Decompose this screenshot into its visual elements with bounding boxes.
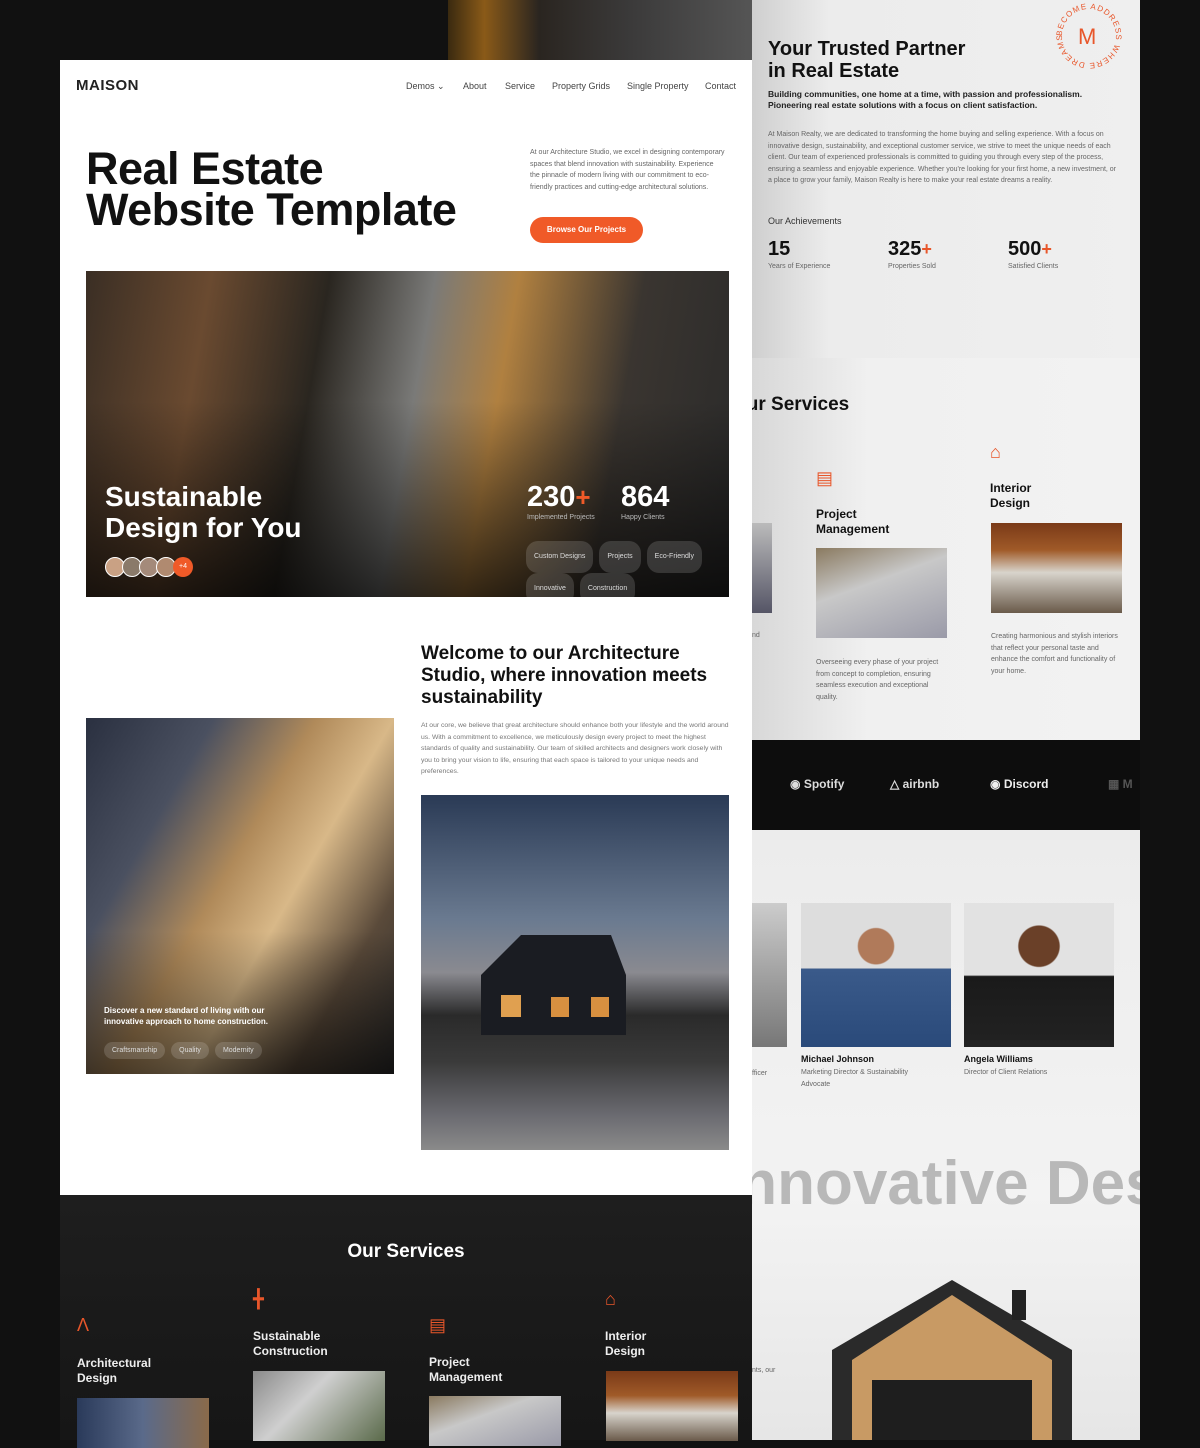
clipboard-icon: ▤ bbox=[429, 1315, 447, 1335]
spotify-logo: ◉ Spotify bbox=[790, 777, 845, 791]
tag: Quality bbox=[171, 1042, 209, 1059]
service-title: Interior Design bbox=[605, 1329, 647, 1358]
architect-image: Discover a new standard of living with o… bbox=[86, 718, 394, 1074]
nav-about[interactable]: About bbox=[463, 81, 487, 91]
interior-design-icon: ⌂ bbox=[605, 1289, 616, 1309]
banner-title: Sustainable Design for You bbox=[105, 481, 302, 543]
crane-icon: ╋ bbox=[253, 1289, 264, 1309]
seal-logo: BECOME ADDRESS WHERE DREAMS M bbox=[1055, 2, 1122, 70]
services-dark-section: Our Services Λ Architectural Design ╋ Su… bbox=[60, 1195, 752, 1448]
top-strip-image bbox=[448, 0, 752, 60]
nav-contact[interactable]: Contact bbox=[705, 81, 736, 91]
avatar-more: +4 bbox=[173, 557, 193, 577]
service-title: Project Management bbox=[816, 507, 890, 536]
partial-text: nd bbox=[752, 632, 760, 639]
nav-service[interactable]: Service bbox=[505, 81, 535, 91]
cabin-image bbox=[832, 1280, 1072, 1440]
about-title: Your Trusted Partner bbox=[768, 38, 966, 60]
image-tags: Craftsmanship Quality Modernity bbox=[104, 1039, 268, 1059]
about-subtitle: Building communities, one home at a time… bbox=[768, 89, 1083, 110]
main-page: MAISON Demos ⌄ About Service Property Gr… bbox=[60, 60, 752, 1195]
tag: Modernity bbox=[214, 1042, 262, 1059]
nav-property-grids[interactable]: Property Grids bbox=[552, 81, 610, 91]
discord-logo: ◉ Discord bbox=[990, 777, 1049, 791]
nav-demos[interactable]: Demos ⌄ bbox=[406, 81, 445, 92]
service-image bbox=[77, 1398, 209, 1448]
service-image bbox=[429, 1396, 561, 1446]
tag: Innovative bbox=[526, 573, 574, 597]
stat: 500+ Satisfied Clients bbox=[1008, 238, 1059, 270]
hero-title: Real Estate Website Template bbox=[86, 143, 457, 235]
member-name: Michael Johnson bbox=[801, 1054, 875, 1064]
tag: Projects bbox=[599, 541, 641, 573]
achievements: 15 Years of Experience 325+ Properties Sol… bbox=[768, 238, 1128, 273]
about-title-2: in Real Estate bbox=[768, 60, 900, 82]
tag: Eco-Friendly bbox=[646, 541, 702, 573]
welcome-title: Welcome to our Architecture Studio, wher… bbox=[421, 643, 708, 708]
partial-text: nts, our bbox=[752, 1367, 776, 1374]
avatar-group: +4 bbox=[105, 557, 193, 577]
brand-logo[interactable]: MAISON bbox=[76, 77, 139, 94]
service-desc: Overseeing every phase of your project f… bbox=[816, 659, 939, 701]
stat-projects: 230+ Implemented Projects bbox=[527, 481, 595, 521]
achievements-label: Our Achievements bbox=[768, 216, 842, 226]
cabin-shape bbox=[481, 935, 626, 1035]
partner-logos: ◉ Spotify △ airbnb ◉ Discord ▦ M bbox=[752, 740, 1140, 830]
marquee-text: Innovative Design bbox=[752, 1149, 1140, 1218]
cabin-landscape-image bbox=[421, 795, 729, 1150]
welcome-body: At our core, we believe that great archi… bbox=[421, 722, 729, 775]
banner-tags: Custom Designs Projects Eco-Friendly Innova… bbox=[526, 541, 726, 597]
right-preview: Your Trusted Partner in Real Estate BECO… bbox=[752, 0, 1140, 1440]
member-role: Marketing Director & Sustainability Advo… bbox=[801, 1069, 908, 1088]
stat-clients: 864 Happy Clients bbox=[621, 481, 670, 521]
member-role: Director of Client Relations bbox=[964, 1069, 1048, 1076]
service-image bbox=[752, 523, 772, 613]
nav-single-property[interactable]: Single Property bbox=[627, 81, 689, 91]
airbnb-logo: △ airbnb bbox=[890, 777, 940, 791]
services-title: Our Services bbox=[347, 1241, 465, 1262]
team-photo-angela bbox=[964, 903, 1114, 1047]
partial-role: fficer bbox=[752, 1070, 768, 1077]
team-section: fficer Michael Johnson Marketing Directo… bbox=[752, 830, 1140, 1440]
service-image bbox=[253, 1371, 385, 1441]
project-management-image bbox=[816, 548, 947, 638]
interior-design-image bbox=[991, 523, 1122, 613]
service-title: Project Management bbox=[429, 1355, 503, 1384]
about-body: At Maison Realty, we are dedicated to tr… bbox=[768, 131, 1117, 184]
tag: Custom Designs bbox=[526, 541, 594, 573]
services-light-section: Our Services nd ▤ Project Management Ove… bbox=[752, 358, 1140, 740]
stat: 325+ Properties Sold bbox=[888, 238, 936, 270]
stat: 15 Years of Experience bbox=[768, 238, 831, 270]
tag: Craftsmanship bbox=[104, 1042, 166, 1059]
service-image bbox=[606, 1371, 738, 1441]
about-section: Your Trusted Partner in Real Estate BECO… bbox=[752, 0, 1140, 358]
hero-banner: Sustainable Design for You +4 230+ Impleme… bbox=[86, 271, 729, 597]
svg-text:M: M bbox=[1078, 24, 1096, 49]
browse-projects-button[interactable]: Browse Our Projects bbox=[530, 217, 643, 243]
microsoft-logo: ▦ M bbox=[1108, 777, 1133, 791]
service-title: Sustainable Construction bbox=[253, 1329, 328, 1358]
overlay-text: Discover a new standard of living with o… bbox=[104, 1006, 269, 1026]
team-photo-michael bbox=[801, 903, 951, 1047]
member-name: Angela Williams bbox=[964, 1054, 1033, 1064]
service-desc: Creating harmonious and stylish interior… bbox=[991, 633, 1118, 675]
hero-description: At our Architecture Studio, we excel in … bbox=[530, 149, 725, 191]
services-title: Our Services bbox=[752, 394, 850, 415]
chevron-down-icon: ⌄ bbox=[437, 81, 445, 91]
compass-icon: Λ bbox=[77, 1315, 90, 1335]
tag: Construction bbox=[579, 573, 636, 597]
interior-design-icon: ⌂ bbox=[990, 442, 1001, 462]
service-title: Interior Design bbox=[990, 481, 1032, 510]
clipboard-icon: ▤ bbox=[816, 468, 834, 488]
team-photo bbox=[752, 903, 787, 1047]
service-title: Architectural Design bbox=[77, 1356, 152, 1385]
